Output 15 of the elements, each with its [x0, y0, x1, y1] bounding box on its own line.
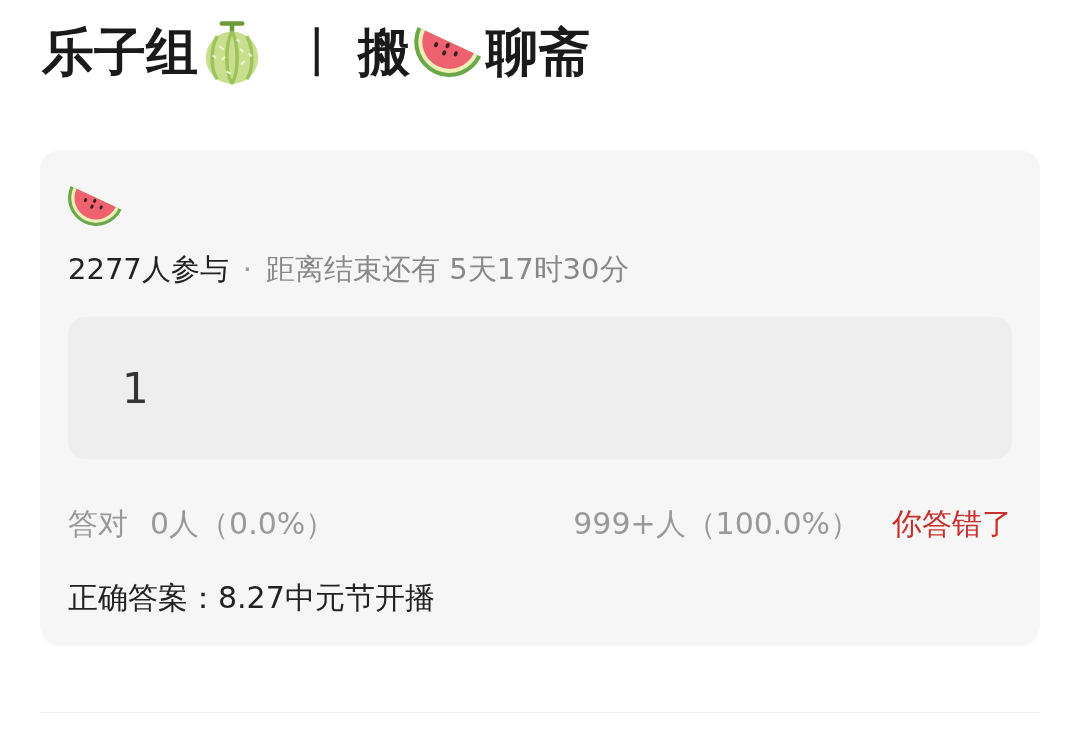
result-text: 你答错了 — [892, 505, 1012, 543]
correct-count: 0人（0.0%） — [150, 505, 336, 543]
title-text: 搬 — [358, 26, 410, 78]
watermelon-icon — [414, 27, 482, 77]
title-text: 聊斋 — [486, 26, 590, 78]
correct-answer: 正确答案：8.27中元节开播 — [68, 579, 436, 617]
title-separator: 丨 — [292, 26, 344, 78]
group-name: 乐子组 — [42, 26, 198, 78]
poll-option: 1 — [68, 317, 1012, 459]
participant-count: 2277人参与 — [68, 251, 229, 288]
separator-dot: · — [242, 251, 253, 288]
correct-label: 答对 — [68, 505, 128, 543]
countdown-text: 距离结束还有 5天17时30分 — [266, 251, 629, 288]
wrong-count: 999+人（100.0%） — [573, 505, 860, 543]
watermelon-icon — [68, 185, 122, 227]
